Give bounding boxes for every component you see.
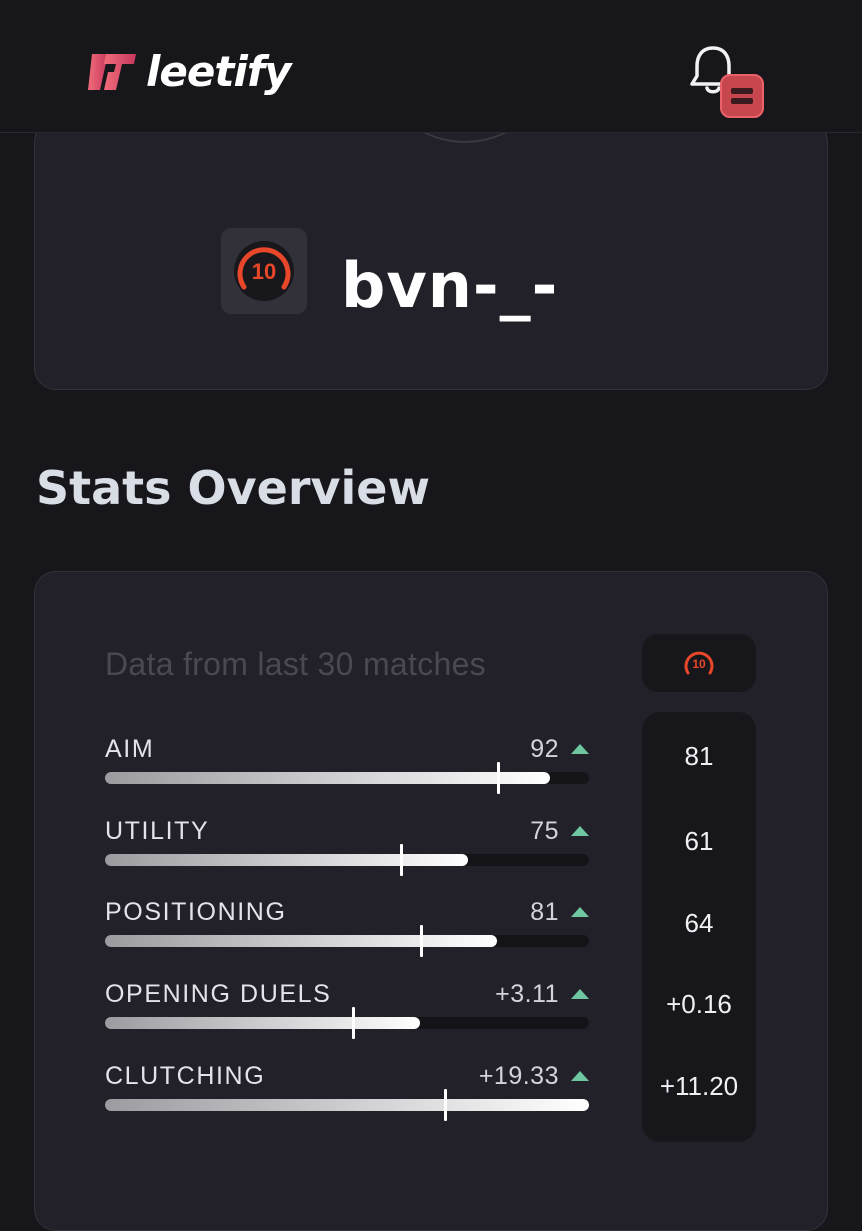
comparison-value: 81 <box>684 741 714 771</box>
stat-row-aim[interactable]: AIM 92 <box>105 734 595 794</box>
rank-level: 10 <box>252 259 276 284</box>
stat-label: POSITIONING <box>105 898 287 926</box>
stat-label: AIM <box>105 735 155 763</box>
average-marker <box>497 762 500 794</box>
comparison-value: +11.20 <box>659 1071 739 1101</box>
rank-badge[interactable]: 10 <box>221 228 307 314</box>
comparison-value: 64 <box>684 908 714 938</box>
stat-bar-fill <box>105 772 550 784</box>
stat-label: OPENING DUELS <box>105 980 332 1008</box>
stat-bar <box>105 762 589 794</box>
stat-bar <box>105 1007 589 1039</box>
top-bar: leetify <box>0 0 862 133</box>
average-marker <box>444 1089 447 1121</box>
average-marker <box>352 1007 355 1039</box>
stat-row-utility[interactable]: UTILITY 75 <box>105 816 595 876</box>
stat-bar-fill <box>105 1099 589 1111</box>
stat-value: +3.11 <box>495 980 559 1008</box>
trend-up-icon <box>571 744 589 754</box>
stat-value: 92 <box>530 735 559 763</box>
stats-card: Data from last 30 matches 10 81 61 64 +0… <box>34 571 828 1231</box>
trend-up-icon <box>571 907 589 917</box>
stat-bar-fill <box>105 1017 420 1029</box>
comparison-value: +0.16 <box>666 989 732 1019</box>
leetify-logo[interactable]: leetify <box>86 50 291 94</box>
average-marker <box>420 925 423 957</box>
stat-label: CLUTCHING <box>105 1062 266 1090</box>
stat-bar <box>105 925 589 957</box>
stat-row-clutching[interactable]: CLUTCHING +19.33 <box>105 1061 595 1121</box>
stats-subtitle: Data from last 30 matches <box>105 646 486 682</box>
rank-badge-level: 10 <box>692 657 706 671</box>
stat-bar-fill <box>105 935 497 947</box>
menu-badge-icon[interactable] <box>720 74 764 118</box>
comparison-column: 81 61 64 +0.16 +11.20 <box>642 712 756 1142</box>
player-name: bvn-_- <box>341 249 559 322</box>
rank-ring-small-icon: 10 <box>684 651 714 675</box>
comparison-value: 61 <box>684 826 714 856</box>
average-marker <box>400 844 403 876</box>
stat-row-opening-duels[interactable]: OPENING DUELS +3.11 <box>105 979 595 1039</box>
trend-up-icon <box>571 989 589 999</box>
stat-value: +19.33 <box>478 1062 559 1090</box>
stat-label: UTILITY <box>105 817 210 845</box>
stat-bar <box>105 844 589 876</box>
stat-value: 75 <box>530 817 559 845</box>
leetify-logo-icon <box>88 54 136 90</box>
stats-overview-title: Stats Overview <box>36 461 430 515</box>
logo-text: leetify <box>146 47 291 96</box>
comparison-rank-badge[interactable]: 10 <box>642 634 756 692</box>
profile-card: 10 bvn-_- <box>34 120 828 390</box>
stat-row-positioning[interactable]: POSITIONING 81 <box>105 897 595 957</box>
trend-up-icon <box>571 1071 589 1081</box>
trend-up-icon <box>571 826 589 836</box>
stat-value: 81 <box>530 898 559 926</box>
stat-bar-fill <box>105 854 468 866</box>
stat-bar <box>105 1089 589 1121</box>
rank-ring-icon: 10 <box>234 241 294 301</box>
